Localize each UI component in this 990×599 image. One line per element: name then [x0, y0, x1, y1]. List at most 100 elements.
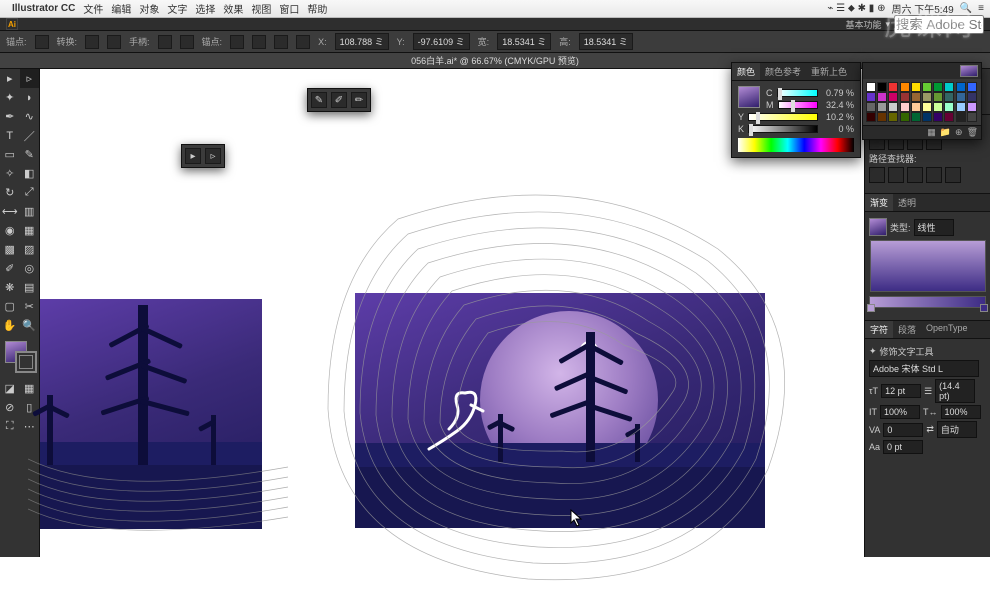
- gradient-slider[interactable]: [869, 296, 986, 308]
- grad-stop-2[interactable]: [980, 304, 988, 312]
- color-mode-icon[interactable]: ◪: [0, 379, 20, 398]
- grad-swatch-icon[interactable]: [869, 218, 887, 236]
- swatch[interactable]: [933, 112, 943, 122]
- remove-anchor-icon[interactable]: [230, 35, 244, 49]
- pen-tool[interactable]: ✒: [0, 107, 20, 126]
- pf-outline-icon[interactable]: [945, 167, 961, 183]
- font-size-field[interactable]: 12 pt: [881, 384, 921, 398]
- hand-tool[interactable]: ✋: [0, 316, 20, 335]
- handles-icon-2[interactable]: [180, 35, 194, 49]
- pf-merge-icon[interactable]: [907, 167, 923, 183]
- swatch[interactable]: [866, 102, 876, 112]
- color-guide-tab[interactable]: 颜色参考: [760, 63, 806, 80]
- swatch[interactable]: [944, 92, 954, 102]
- swatch[interactable]: [911, 102, 921, 112]
- convert-smooth-icon[interactable]: [85, 35, 99, 49]
- c-value[interactable]: 0.79 %: [822, 88, 854, 98]
- swatch[interactable]: [911, 82, 921, 92]
- menu-help[interactable]: 帮助: [307, 1, 327, 16]
- font-family-field[interactable]: Adobe 宋体 Std L: [869, 360, 979, 377]
- scale-tool[interactable]: ⤢: [20, 183, 40, 202]
- swatch[interactable]: [900, 82, 910, 92]
- swatch[interactable]: [944, 112, 954, 122]
- grad-type-value[interactable]: 线性: [914, 219, 954, 236]
- w-field[interactable]: 18.5341 ミ: [497, 33, 551, 50]
- swatch[interactable]: [922, 82, 932, 92]
- swatch[interactable]: [888, 102, 898, 112]
- transparency-tab[interactable]: 透明: [893, 194, 921, 211]
- swatch[interactable]: [866, 92, 876, 102]
- recolor-tab[interactable]: 重新上色: [806, 63, 852, 80]
- graph-tool[interactable]: ▤: [20, 278, 40, 297]
- swatch[interactable]: [933, 92, 943, 102]
- gradient-preview[interactable]: [870, 240, 986, 292]
- color-tab[interactable]: 颜色: [732, 63, 760, 80]
- swatch[interactable]: [922, 92, 932, 102]
- grad-stop-1[interactable]: [867, 304, 875, 312]
- menu-view[interactable]: 视图: [251, 1, 271, 16]
- swatch[interactable]: [888, 82, 898, 92]
- perspective-tool[interactable]: ▦: [20, 221, 40, 240]
- slice-tool[interactable]: ✂: [20, 297, 40, 316]
- swatch[interactable]: [888, 92, 898, 102]
- color-panel[interactable]: 颜色 颜色参考 重新上色 C0.79 % M32.4 % Y10.2 % K0 …: [731, 62, 861, 158]
- y-value[interactable]: 10.2 %: [822, 112, 854, 122]
- workspace-switcher[interactable]: 基本功能: [845, 18, 881, 31]
- swatch[interactable]: [866, 112, 876, 122]
- swatch[interactable]: [956, 82, 966, 92]
- paragraph-tab[interactable]: 段落: [893, 321, 921, 338]
- screen-mode-icon[interactable]: ⛶: [0, 417, 20, 436]
- menu-type[interactable]: 文字: [167, 1, 187, 16]
- isolate-icon[interactable]: [296, 35, 310, 49]
- cp-fill-swatch[interactable]: [738, 86, 760, 108]
- zoom-tool[interactable]: 🔍: [20, 316, 40, 335]
- fill-stroke-control[interactable]: [3, 341, 36, 373]
- swatch[interactable]: [888, 112, 898, 122]
- hscale-field[interactable]: 100%: [941, 405, 981, 419]
- free-transform-tool[interactable]: ▥: [20, 202, 40, 221]
- menu-extra-icon[interactable]: ≡: [978, 3, 984, 14]
- k-value[interactable]: 0 %: [822, 124, 854, 134]
- menu-object[interactable]: 对象: [139, 1, 159, 16]
- swatch[interactable]: [922, 102, 932, 112]
- handles-icon-1[interactable]: [158, 35, 172, 49]
- stock-search-input[interactable]: [894, 15, 984, 34]
- swatch[interactable]: [900, 92, 910, 102]
- gradient-tab[interactable]: 渐变: [865, 194, 893, 211]
- menu-window[interactable]: 窗口: [279, 1, 299, 16]
- mesh-tool[interactable]: ▩: [0, 240, 20, 259]
- swatch[interactable]: [967, 82, 977, 92]
- shape-builder-tool[interactable]: ◉: [0, 221, 20, 240]
- swatch[interactable]: [877, 92, 887, 102]
- pf-crop-icon[interactable]: [926, 167, 942, 183]
- shaper-tool[interactable]: ✧: [0, 164, 20, 183]
- selection-tool[interactable]: ▸: [0, 69, 20, 88]
- swatch[interactable]: [900, 112, 910, 122]
- eraser-tool[interactable]: ◧: [20, 164, 40, 183]
- swatch-new-icon[interactable]: ▦: [927, 127, 936, 138]
- width-tool[interactable]: ⟷: [0, 202, 20, 221]
- character-tab[interactable]: 字符: [865, 321, 893, 338]
- brush-tools-float[interactable]: ✎ ✐ ✏: [307, 88, 371, 112]
- anchor-icon[interactable]: [35, 35, 49, 49]
- menu-file[interactable]: 文件: [83, 1, 103, 16]
- pf-trim-icon[interactable]: [888, 167, 904, 183]
- touch-type-icon[interactable]: ✦: [869, 346, 877, 357]
- swatches-swatch-icon[interactable]: [960, 65, 978, 77]
- eyedropper-tool[interactable]: ✐: [0, 259, 20, 278]
- swatch[interactable]: [956, 92, 966, 102]
- opentype-tab[interactable]: OpenType: [921, 321, 973, 338]
- swatch[interactable]: [944, 102, 954, 112]
- swatch[interactable]: [956, 112, 966, 122]
- brush-1-icon[interactable]: ✎: [311, 92, 327, 108]
- pf-divide-icon[interactable]: [869, 167, 885, 183]
- leading-field[interactable]: (14.4 pt): [935, 379, 975, 403]
- arrow-a-icon[interactable]: ▸: [185, 148, 201, 164]
- tracking-field[interactable]: 自动: [937, 421, 977, 438]
- swatch-folder-icon[interactable]: 📁: [940, 127, 951, 138]
- gradient-tool[interactable]: ▨: [20, 240, 40, 259]
- h-field[interactable]: 18.5341 ミ: [579, 33, 633, 50]
- menu-edit[interactable]: 编辑: [111, 1, 131, 16]
- swatch[interactable]: [967, 92, 977, 102]
- stroke-swatch[interactable]: [15, 351, 37, 373]
